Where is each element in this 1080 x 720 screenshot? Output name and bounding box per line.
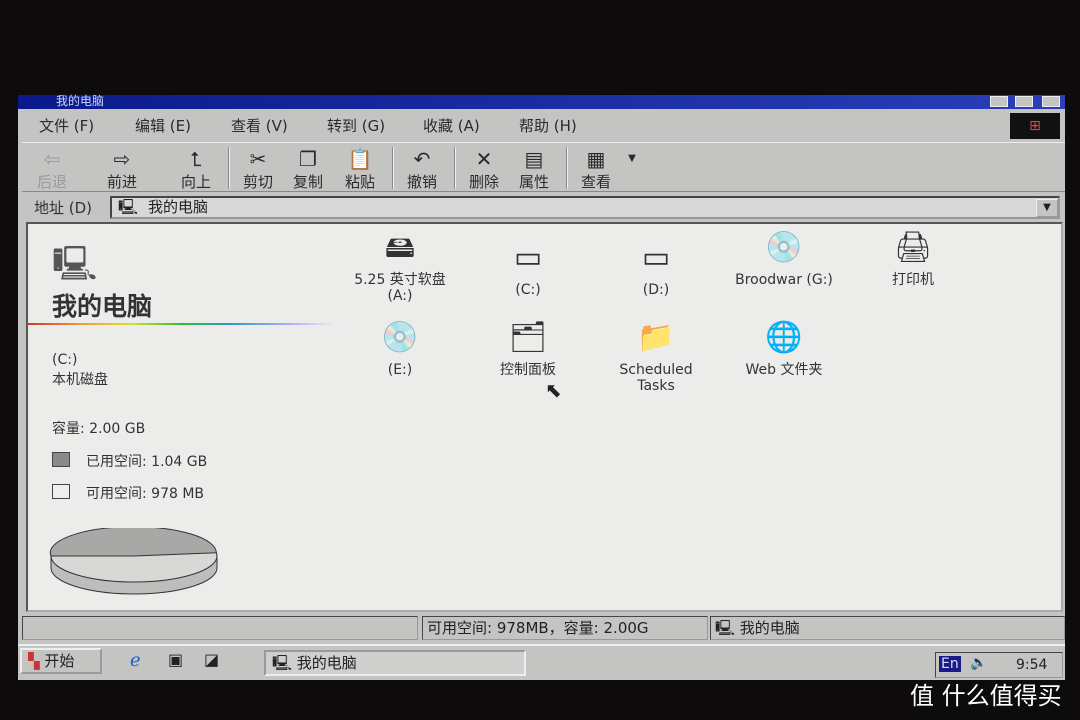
item-6[interactable]: 🗂 控制面板 — [473, 320, 583, 378]
free-space: 可用空间: 978 MB — [86, 486, 205, 502]
menu-edit[interactable]: 编辑 (E) — [121, 112, 217, 140]
item-label: (E:) — [387, 362, 413, 378]
taskbar-button-my-computer[interactable]: 🖳 我的电脑 — [264, 650, 526, 676]
menu-go[interactable]: 转到 (G) — [313, 112, 409, 140]
panel-title: 我的电脑 — [52, 292, 153, 321]
menu-bar: 文件 (F) 编辑 (E) 查看 (V) 转到 (G) 收藏 (A) 帮助 (H… — [25, 112, 1065, 140]
address-value: 我的电脑 — [148, 198, 209, 216]
forward-arrow-icon: ⇨ — [113, 147, 131, 171]
cut-button[interactable]: ✂ 剪切 — [230, 147, 286, 192]
drive-letter: (C:) — [52, 352, 78, 368]
status-bar: 可用空间: 978MB，容量: 2.00G 🖳 我的电脑 — [22, 616, 1065, 640]
dropdown-arrow-icon: ▼ — [628, 153, 636, 164]
properties-button[interactable]: ▤ 属性 — [506, 147, 562, 192]
menu-view[interactable]: 查看 (V) — [217, 112, 313, 140]
copy-button[interactable]: ❐ 复制 — [280, 147, 336, 192]
forward-button[interactable]: ⇨ 前进 — [94, 147, 150, 192]
back-arrow-icon: ⇦ — [43, 147, 61, 171]
address-dropdown-button[interactable]: ▼ — [1036, 199, 1058, 217]
cd-drive-icon: 💿 — [765, 230, 803, 265]
show-desktop-icon[interactable]: ▣ — [168, 650, 183, 669]
address-field[interactable]: 🖳 我的电脑 — [110, 196, 1060, 219]
item-4[interactable]: 🖨 打印机 — [858, 230, 968, 288]
item-label: 打印机 — [892, 272, 934, 288]
title-underline — [27, 323, 337, 325]
clipboard-icon: 📋 — [347, 147, 373, 171]
start-button[interactable]: ▚ 开始 — [20, 648, 102, 674]
computer-icon: 🖳 — [715, 619, 740, 637]
status-location: 🖳 我的电脑 — [710, 616, 1065, 640]
free-legend-swatch — [52, 484, 70, 499]
item-label: (D:) — [642, 282, 670, 298]
item-5[interactable]: 💿 (E:) — [345, 320, 455, 378]
windows-logo-icon: ⊞ — [1010, 113, 1060, 139]
item-label: Web 文件夹 — [745, 362, 823, 378]
up-button[interactable]: ⮤ 向上 — [168, 147, 224, 192]
scheduled-tasks-icon: 📁 — [637, 320, 675, 355]
undo-button[interactable]: ↶ 撤销 — [394, 147, 450, 192]
pie-used-slice — [49, 528, 217, 557]
computer-icon: 🖳 — [272, 654, 297, 672]
status-info: 可用空间: 978MB，容量: 2.00G — [422, 616, 708, 640]
used-space: 已用空间: 1.04 GB — [86, 454, 208, 470]
address-label: 地址 (D) — [34, 199, 93, 217]
properties-icon: ▤ — [524, 147, 544, 171]
delete-button[interactable]: ✕ 删除 — [456, 147, 512, 192]
printers-folder-icon: 🖨 — [893, 230, 933, 265]
paste-button[interactable]: 📋 粘贴 — [332, 147, 388, 192]
computer-icon: 🖳 — [118, 198, 139, 216]
menu-help[interactable]: 帮助 (H) — [505, 112, 601, 140]
item-label: 控制面板 — [500, 362, 556, 378]
windows-flag-icon: ▚ — [28, 652, 40, 670]
menu-favorites[interactable]: 收藏 (A) — [409, 112, 505, 140]
minimize-button[interactable] — [990, 96, 1008, 107]
views-dropdown[interactable]: ▼ — [612, 147, 652, 171]
hard-drive-icon: ▭ — [641, 240, 671, 275]
used-legend-swatch — [52, 452, 70, 467]
maximize-button[interactable] — [1015, 96, 1033, 107]
web-folder-icon: 🌐 — [765, 320, 803, 355]
item-8[interactable]: 🌐 Web 文件夹 — [729, 320, 839, 378]
item-1[interactable]: ▭ (C:) — [473, 240, 583, 298]
ime-indicator[interactable]: En — [939, 656, 961, 672]
clock: 9:54 — [1016, 657, 1048, 673]
item-label: (C:) — [515, 282, 541, 298]
channels-icon[interactable]: ◪ — [204, 650, 219, 669]
volume-icon[interactable]: 🔈 — [970, 655, 987, 671]
toolbar: ⇦ 后退 ⇨ 前进 ⮤ 向上 ✂ 剪切 ❐ 复制 📋 粘贴 ↶ 撤销 ✕ 删除 ▤ 属性 ▦ 查看 … — [22, 142, 1065, 192]
drive-type: 本机磁盘 — [52, 372, 108, 388]
item-label: 5.25 英寸软盘 (A:) — [354, 272, 446, 304]
copy-icon: ❐ — [299, 147, 317, 171]
title-bar: 我的电脑 — [18, 95, 1065, 109]
floppy-drive-icon: 🖴 — [384, 230, 416, 265]
item-label: Scheduled Tasks — [619, 362, 693, 394]
item-7[interactable]: 📁 Scheduled Tasks — [601, 320, 711, 394]
hard-drive-icon: ▭ — [513, 240, 543, 275]
control-panel-icon: 🗂 — [508, 320, 548, 355]
item-label: Broodwar (G:) — [735, 272, 833, 288]
menu-file[interactable]: 文件 (F) — [25, 112, 121, 140]
scissors-icon: ✂ — [249, 147, 267, 171]
capacity: 容量: 2.00 GB — [52, 421, 146, 437]
up-folder-icon: ⮤ — [190, 147, 202, 171]
cd-drive-icon: 💿 — [381, 320, 419, 355]
item-0[interactable]: 🖴 5.25 英寸软盘 (A:) — [345, 230, 455, 304]
disk-usage-pie — [49, 528, 218, 595]
close-button[interactable] — [1042, 96, 1060, 107]
delete-x-icon: ✕ — [475, 147, 493, 171]
internet-explorer-icon[interactable]: ℯ — [130, 650, 141, 671]
system-tray: En 🔈 9:54 — [935, 652, 1063, 678]
status-pane — [22, 616, 418, 640]
mouse-cursor-icon: ⬉ — [545, 378, 562, 402]
undo-icon: ↶ — [413, 147, 431, 171]
back-button[interactable]: ⇦ 后退 — [24, 147, 80, 192]
item-3[interactable]: 💿 Broodwar (G:) — [729, 230, 839, 288]
item-2[interactable]: ▭ (D:) — [601, 240, 711, 298]
window-title: 我的电脑 — [56, 94, 105, 108]
watermark: 值 什么值得买 — [910, 682, 1062, 710]
